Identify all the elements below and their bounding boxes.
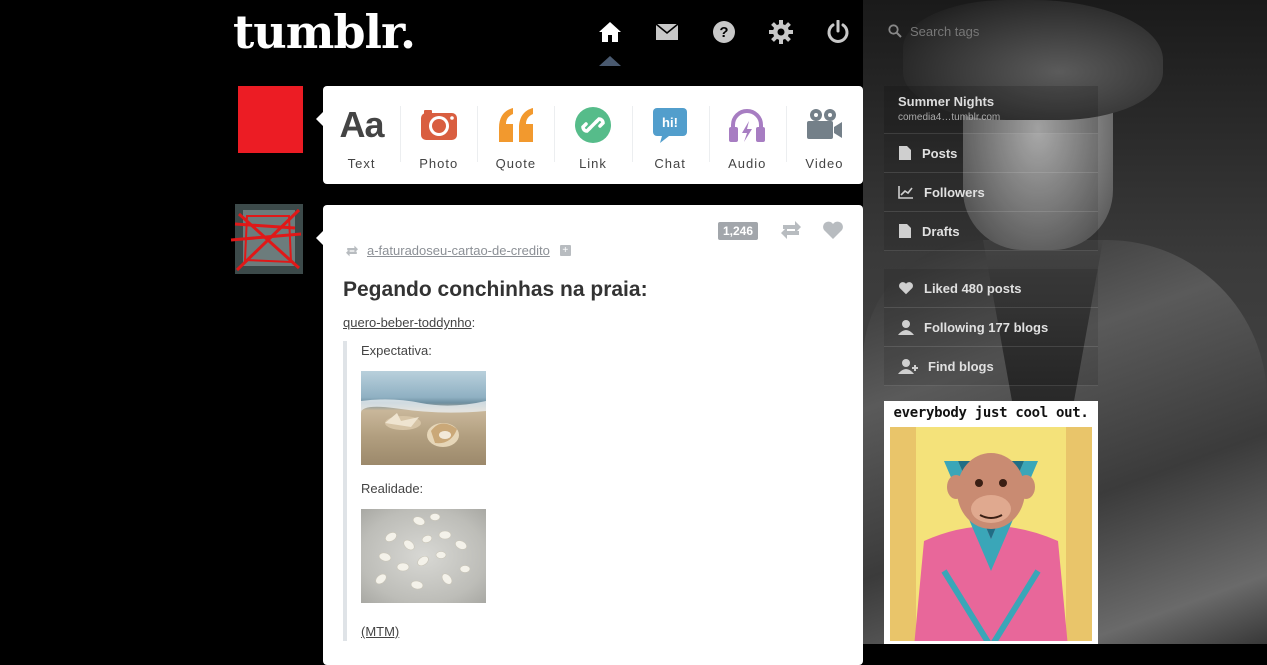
mail-icon[interactable] xyxy=(653,18,681,46)
chart-icon xyxy=(898,186,913,199)
person-icon xyxy=(898,320,914,335)
heart-icon xyxy=(899,282,913,295)
post-author: quero-beber-toddynho: xyxy=(343,315,475,330)
sidebar-item-label: Posts xyxy=(922,145,958,161)
post-type-label: Chat xyxy=(654,156,686,171)
svg-text:?: ? xyxy=(719,24,728,41)
search-bar[interactable]: Search tags xyxy=(888,16,1088,46)
post-type-chat[interactable]: hi! Chat xyxy=(631,86,709,184)
expectation-label: Expectativa: xyxy=(361,343,432,358)
video-icon xyxy=(804,104,844,146)
sidebar-item-drafts[interactable]: Drafts xyxy=(884,212,1098,251)
notes-count[interactable]: 1,246 xyxy=(718,222,759,240)
reblog-small-icon xyxy=(346,245,358,256)
post-blockquote: Expectativa: Realidade: (MTM) xyxy=(343,341,837,641)
gear-icon[interactable] xyxy=(767,18,795,46)
post-type-photo[interactable]: Photo xyxy=(400,86,477,184)
reality-label: Realidade: xyxy=(361,481,424,496)
text-icon: Aa xyxy=(339,104,385,145)
post-type-label: Text xyxy=(347,156,376,171)
camera-icon xyxy=(419,104,459,146)
chat-icon: hi! xyxy=(652,104,688,146)
home-icon[interactable] xyxy=(596,18,624,46)
post-title: Pegando conchinhas na praia: xyxy=(343,278,648,301)
follow-plus-icon[interactable]: + xyxy=(559,245,571,256)
sidebar-item-label: Liked 480 posts xyxy=(924,280,1022,296)
like-button[interactable] xyxy=(822,220,844,245)
post-type-bar: Aa Text Photo Quote Link hi! Chat Audio xyxy=(316,86,863,184)
user-avatar[interactable] xyxy=(238,86,303,153)
post-type-audio[interactable]: Audio xyxy=(708,86,786,184)
document-icon xyxy=(899,146,911,160)
document-icon xyxy=(899,224,911,238)
author-suffix: : xyxy=(471,315,476,330)
link-icon xyxy=(574,104,612,146)
small-shells-photo[interactable] xyxy=(361,509,486,603)
chimp-illustration xyxy=(890,427,1092,644)
power-icon[interactable] xyxy=(824,18,852,46)
post-type-label: Photo xyxy=(419,156,459,171)
search-input[interactable]: Search tags xyxy=(910,24,979,39)
add-person-icon xyxy=(898,359,918,374)
sidebar-item-label: Followers xyxy=(924,184,985,200)
post-type-quote[interactable]: Quote xyxy=(477,86,554,184)
blog-url: comedia4…tumblr.com xyxy=(898,112,1001,123)
dashboard-post: 1,246 a-faturadoseu-cartao-de-credito + … xyxy=(316,205,863,665)
sidebar-item-label: Following 177 blogs xyxy=(924,319,1049,335)
radar-caption: everybody just cool out. xyxy=(893,405,1089,421)
post-type-label: Audio xyxy=(728,156,767,171)
sidebar-item-posts[interactable]: Posts xyxy=(884,134,1098,173)
search-icon xyxy=(888,24,902,38)
reblog-source-link[interactable]: a-faturadoseu-cartao-de-credito xyxy=(367,243,550,258)
post-type-label: Video xyxy=(805,156,844,171)
sidebar-item-followers[interactable]: Followers xyxy=(884,173,1098,212)
quote-icon xyxy=(495,104,537,146)
post-type-label: Quote xyxy=(495,156,537,171)
reblog-source: a-faturadoseu-cartao-de-credito + xyxy=(345,243,571,258)
mtm-link[interactable]: (MTM) xyxy=(361,624,399,639)
sidebar-item-liked[interactable]: Liked 480 posts xyxy=(884,269,1098,308)
sidebar-item-following[interactable]: Following 177 blogs xyxy=(884,308,1098,347)
audio-icon xyxy=(727,104,767,146)
post-type-video[interactable]: Video xyxy=(785,86,863,184)
reblog-button[interactable] xyxy=(780,220,802,245)
post-author-link[interactable]: quero-beber-toddynho xyxy=(343,315,472,330)
tumblr-logo[interactable]: tumblr. xyxy=(233,4,416,60)
post-type-text[interactable]: Aa Text xyxy=(323,86,400,184)
sidebar-item-label: Find blogs xyxy=(928,358,994,374)
blog-sidebar: Summer Nights comedia4…tumblr.com Posts … xyxy=(884,86,1098,386)
nav-active-indicator xyxy=(599,56,621,66)
radar-image[interactable]: everybody just cool out. xyxy=(884,401,1098,644)
help-icon[interactable]: ? xyxy=(710,18,738,46)
post-type-label: Link xyxy=(579,156,607,171)
blog-header[interactable]: Summer Nights comedia4…tumblr.com xyxy=(884,86,1098,134)
svg-text:hi!: hi! xyxy=(662,115,678,130)
reblog-icon xyxy=(781,221,801,239)
sidebar-item-find-blogs[interactable]: Find blogs xyxy=(884,347,1098,386)
sidebar-item-label: Drafts xyxy=(922,223,960,239)
post-type-link[interactable]: Link xyxy=(554,86,631,184)
seashell-beach-photo[interactable] xyxy=(361,371,486,465)
heart-icon xyxy=(823,221,843,239)
post-avatar[interactable] xyxy=(229,204,303,274)
blog-title: Summer Nights xyxy=(898,94,995,109)
